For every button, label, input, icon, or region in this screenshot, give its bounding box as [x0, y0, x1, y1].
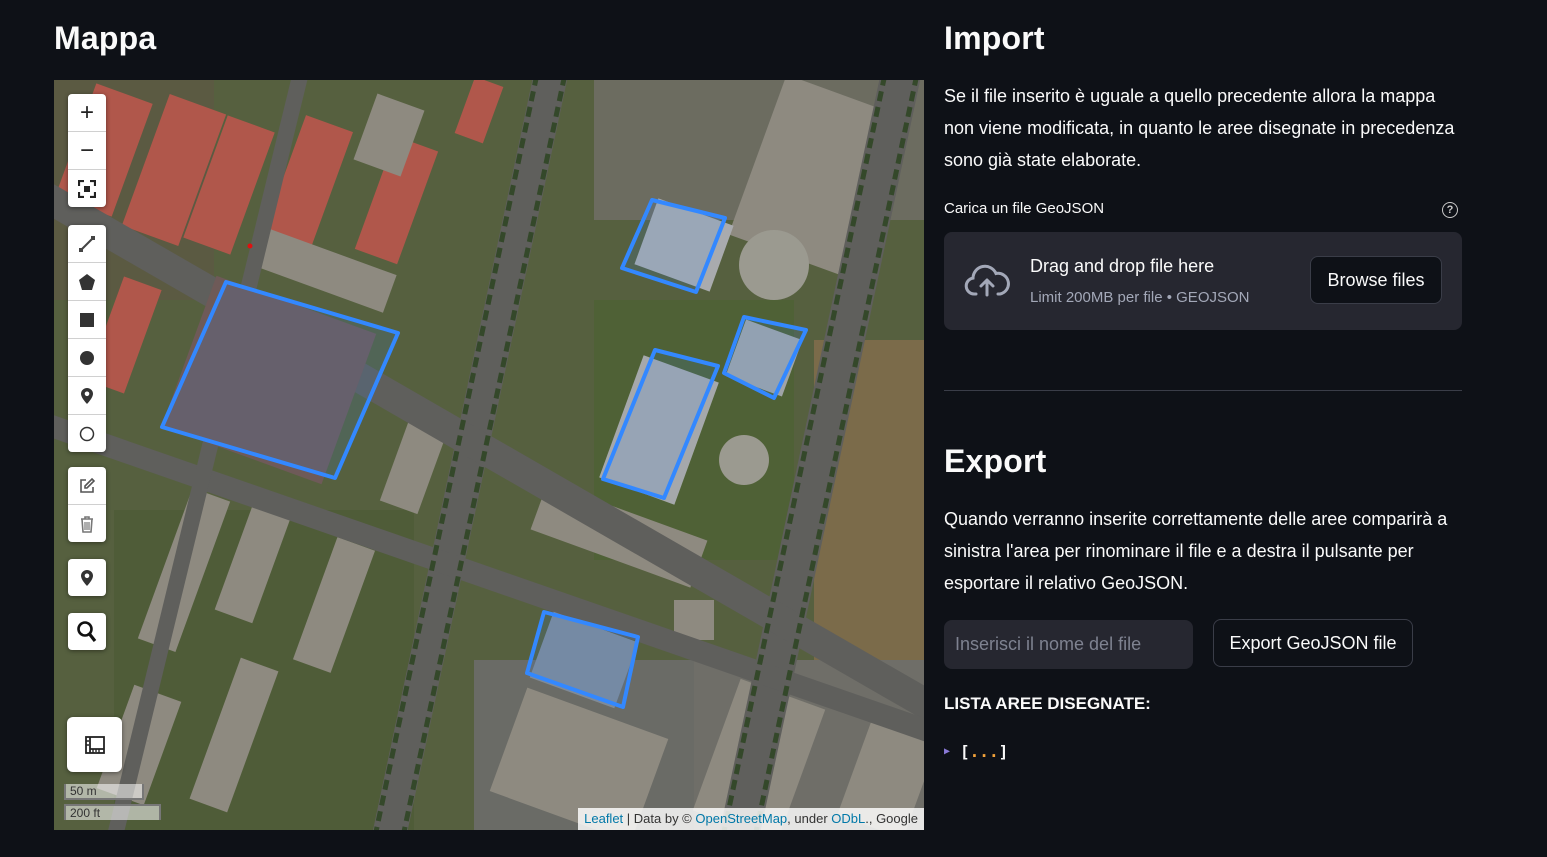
cloud-upload-icon — [964, 264, 1010, 297]
circle-marker-icon — [79, 426, 95, 441]
drawn-areas-list-title: LISTA AREE DISEGNATE: — [944, 694, 1151, 713]
dropzone-title: Drag and drop file here — [1030, 256, 1215, 276]
rectangle-icon — [80, 312, 94, 327]
import-title: Import — [944, 20, 1045, 56]
measure-button[interactable] — [67, 717, 122, 772]
search-control — [68, 613, 106, 650]
scale-imperial: 200 ft — [64, 804, 161, 820]
zoom-in-button[interactable]: + — [68, 94, 106, 132]
help-icon[interactable]: ? — [1442, 202, 1458, 218]
openstreetmap-link[interactable]: OpenStreetMap — [695, 811, 787, 826]
polygon-icon — [79, 273, 95, 290]
satellite-imagery — [54, 80, 924, 830]
export-geojson-button[interactable]: Export GeoJSON file — [1213, 619, 1413, 667]
section-divider — [944, 390, 1462, 391]
draw-toolbar — [68, 225, 106, 452]
scale-metric: 50 m — [64, 784, 144, 800]
dropzone-limit: Limit 200MB per file • GEOJSON — [1030, 289, 1250, 306]
search-icon — [77, 620, 97, 642]
export-description: Quando verranno inserite correttamente d… — [944, 509, 1448, 593]
marker-icon — [81, 387, 93, 404]
fullscreen-button[interactable] — [68, 170, 106, 207]
edit-icon — [80, 477, 96, 493]
ruler-icon — [84, 735, 105, 754]
import-description: Se il file inserito è uguale a quello pr… — [944, 86, 1455, 170]
polyline-icon — [79, 235, 95, 252]
edit-layers-button[interactable] — [68, 467, 106, 505]
locate-button[interactable] — [68, 559, 106, 596]
satellite-map[interactable]: + − 50 m 200 ft Leaflet | Data by © Open… — [54, 80, 924, 830]
locate-control — [68, 559, 106, 596]
odbl-link[interactable]: ODbL — [831, 811, 865, 826]
draw-polygon-button[interactable] — [68, 263, 106, 301]
export-title: Export — [944, 443, 1047, 479]
search-button[interactable] — [68, 613, 106, 650]
json-viewer[interactable]: ▶ [...] — [944, 742, 1008, 761]
fullscreen-icon — [78, 179, 96, 198]
filename-input[interactable] — [944, 620, 1193, 669]
leaflet-link[interactable]: Leaflet — [584, 811, 623, 826]
location-pin-icon — [81, 569, 93, 586]
expand-triangle-icon[interactable]: ▶ — [944, 746, 950, 757]
browse-files-button[interactable]: Browse files — [1310, 256, 1442, 304]
draw-circle-button[interactable] — [68, 339, 106, 377]
draw-polyline-button[interactable] — [68, 225, 106, 263]
map-attribution: Leaflet | Data by © OpenStreetMap, under… — [578, 808, 924, 830]
json-collapsed-dots: ... — [969, 742, 999, 761]
edit-toolbar — [68, 467, 106, 542]
zoom-control: + − — [68, 94, 106, 207]
map-title: Mappa — [54, 20, 157, 56]
delete-layers-button[interactable] — [68, 505, 106, 542]
trash-icon — [81, 515, 93, 533]
measure-control — [67, 717, 122, 772]
draw-marker-button[interactable] — [68, 377, 106, 415]
draw-rectangle-button[interactable] — [68, 301, 106, 339]
zoom-out-button[interactable]: − — [68, 132, 106, 170]
draw-circlemarker-button[interactable] — [68, 415, 106, 452]
uploader-label: Carica un file GeoJSON — [944, 200, 1105, 217]
circle-icon — [80, 350, 94, 365]
